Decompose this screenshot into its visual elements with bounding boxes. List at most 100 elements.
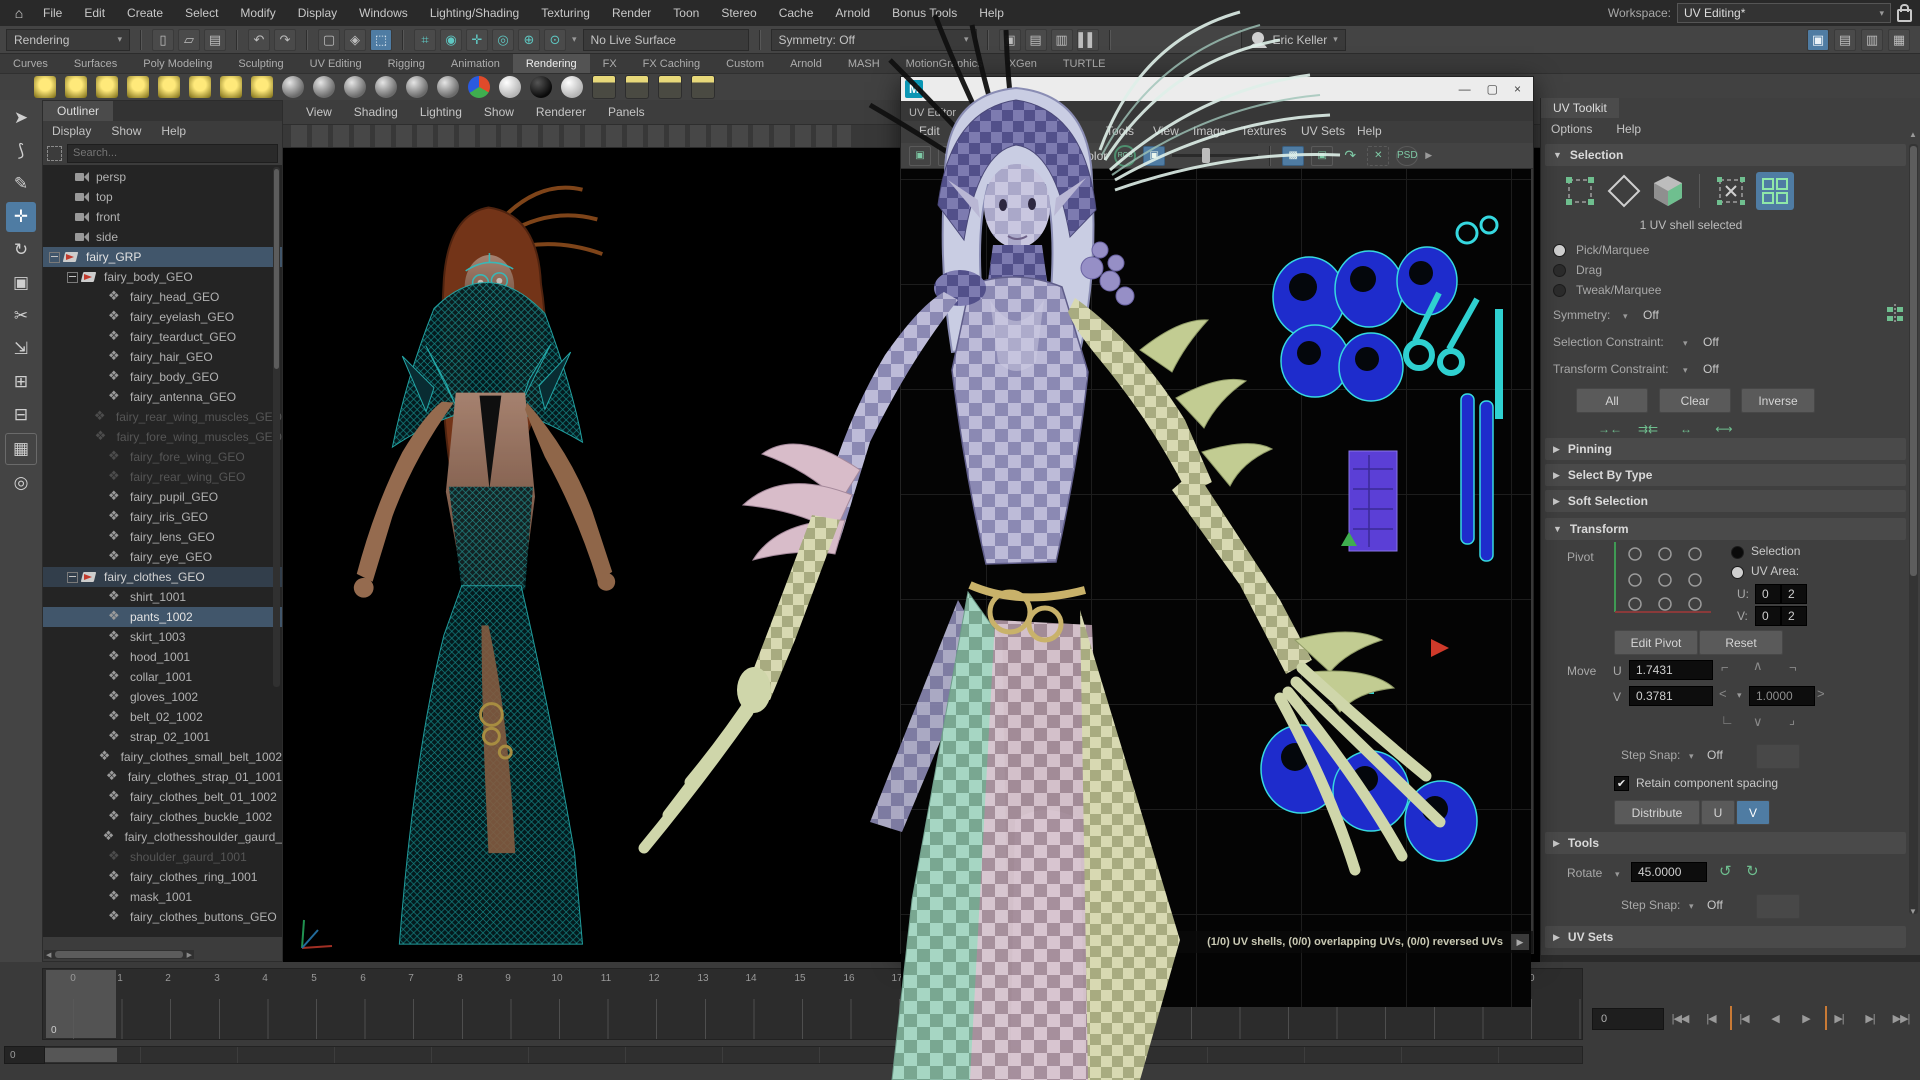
- rgb-channel-icon[interactable]: RGB: [1114, 145, 1136, 167]
- render-icon[interactable]: ▣: [999, 29, 1021, 51]
- menu-item[interactable]: Stereo: [710, 0, 767, 26]
- shelf-tab[interactable]: XGen: [996, 54, 1050, 73]
- outliner-item[interactable]: fairy_eyelash_GEO: [43, 307, 282, 327]
- outliner-item[interactable]: fairy_clothes_strap_01_1001: [43, 767, 282, 787]
- snap-icon[interactable]: ⊙: [544, 29, 566, 51]
- home-icon[interactable]: ⌂: [6, 4, 32, 22]
- texture-toggle-icon[interactable]: ▣: [1143, 146, 1165, 166]
- snap-icon[interactable]: ◉: [440, 29, 462, 51]
- chevron-down-icon[interactable]: ▾: [967, 150, 972, 161]
- shelf-icon[interactable]: [691, 75, 715, 99]
- menu-item[interactable]: Arnold: [824, 0, 881, 26]
- range-slider[interactable]: [42, 1046, 1583, 1064]
- nudge-up-icon[interactable]: ∧: [1753, 658, 1763, 674]
- outliner-scrollbar[interactable]: [273, 167, 280, 687]
- nudge-up-left-icon[interactable]: ⌐: [1721, 660, 1729, 675]
- outliner-hscrollbar[interactable]: ◀ ▶: [44, 950, 194, 959]
- snap-icon[interactable]: ✛: [466, 29, 488, 51]
- shelf-icon[interactable]: [282, 76, 304, 98]
- nudge-down-right-icon[interactable]: ⌟: [1789, 712, 1795, 728]
- more-tools-icon[interactable]: ▶: [1425, 150, 1432, 161]
- shelf-tab[interactable]: Rendering: [513, 54, 590, 73]
- move-v-field[interactable]: 0.3781: [1629, 686, 1713, 706]
- snap-icon[interactable]: ◎: [492, 29, 514, 51]
- outliner-item[interactable]: persp: [43, 167, 282, 187]
- uv-menu-item[interactable]: Edit: [919, 124, 940, 138]
- shelf-tab[interactable]: FX: [590, 54, 630, 73]
- collapsed-section-header[interactable]: ▶ Select By Type: [1545, 464, 1906, 486]
- file-icon[interactable]: ▤: [204, 29, 226, 51]
- toolkit-scrollbar[interactable]: ▲ ▼: [1909, 144, 1918, 914]
- selection-mask-icon[interactable]: ◈: [344, 29, 366, 51]
- shelf-icon[interactable]: [96, 76, 118, 98]
- menu-item[interactable]: Edit: [73, 0, 116, 26]
- menu-set-dropdown[interactable]: Rendering ▾: [6, 29, 130, 51]
- distribute-button[interactable]: Distribute: [1614, 800, 1700, 825]
- outliner-item[interactable]: collar_1001: [43, 667, 282, 687]
- filter-icon[interactable]: [47, 146, 62, 161]
- outliner-item[interactable]: fairy_clothes_ring_1001: [43, 867, 282, 887]
- move-step-field[interactable]: 1.0000: [1749, 686, 1815, 706]
- expand-toggle-icon[interactable]: [67, 272, 78, 283]
- range-handle[interactable]: [45, 1048, 117, 1062]
- uv-area-v-min[interactable]: 0: [1755, 606, 1781, 626]
- tool-icon[interactable]: ✎: [6, 169, 36, 199]
- tool-icon[interactable]: ⊟: [6, 400, 36, 430]
- tools-section-header[interactable]: ▶ Tools: [1545, 832, 1906, 854]
- outliner-item[interactable]: fairy_GRP: [43, 247, 282, 267]
- outliner-item[interactable]: fairy_fore_wing_muscles_GEO: [43, 427, 282, 447]
- current-frame-field[interactable]: 0: [1592, 1008, 1664, 1030]
- shelf-icon[interactable]: [34, 76, 56, 98]
- outliner-item[interactable]: belt_02_1002: [43, 707, 282, 727]
- outliner-item[interactable]: fairy_clothes_buttons_GEO: [43, 907, 282, 927]
- chevron-down-icon[interactable]: ▾: [1615, 869, 1620, 880]
- shelf-icon[interactable]: [530, 76, 552, 98]
- shelf-tab[interactable]: TURTLE: [1050, 54, 1119, 73]
- uv-menu-item[interactable]: Tools: [1106, 124, 1134, 138]
- range-start-field[interactable]: 0: [4, 1046, 45, 1064]
- snap-icon[interactable]: ⊕: [518, 29, 540, 51]
- transform-constraint-value[interactable]: Off: [1703, 362, 1719, 376]
- nudge-up-right-icon[interactable]: ¬: [1789, 660, 1797, 675]
- outliner-item[interactable]: skirt_1003: [43, 627, 282, 647]
- viewport-menu-item[interactable]: Renderer: [527, 105, 595, 119]
- menu-item[interactable]: Select: [174, 0, 229, 26]
- selection-mask-icon[interactable]: ▢: [318, 29, 340, 51]
- scroll-left-icon[interactable]: ◀: [44, 951, 53, 959]
- search-input[interactable]: [67, 144, 278, 163]
- shelf-icon[interactable]: [220, 76, 242, 98]
- outliner-item[interactable]: fairy_tearduct_GEO: [43, 327, 282, 347]
- shelf-icon[interactable]: [344, 76, 366, 98]
- window-control-icon[interactable]: ▢: [1487, 82, 1498, 96]
- symmetry-value[interactable]: Off: [1643, 308, 1659, 322]
- scroll-thumb[interactable]: [55, 951, 182, 958]
- uv-area-u-min[interactable]: 0: [1755, 584, 1781, 604]
- shelf-icon[interactable]: [127, 76, 149, 98]
- playback-button[interactable]: |◀: [1730, 1006, 1756, 1030]
- checker-swatch-icon[interactable]: ▦: [938, 146, 960, 166]
- reset-pivot-button[interactable]: Reset: [1699, 630, 1783, 655]
- shelf-tab[interactable]: UV Editing: [297, 54, 375, 73]
- viewport-menu-item[interactable]: View: [297, 105, 341, 119]
- tool-icon[interactable]: ↻: [6, 235, 36, 265]
- symmetry-icon[interactable]: [1885, 304, 1905, 324]
- edge-mode-icon[interactable]: [1605, 172, 1643, 210]
- outliner-item[interactable]: shoulder_gaurd_1001: [43, 847, 282, 867]
- outliner-item[interactable]: fairy_clothesshoulder_gaurd_: [43, 827, 282, 847]
- uv-menu-item[interactable]: View: [1153, 124, 1179, 138]
- checker-display-icon[interactable]: ▩: [1282, 146, 1304, 166]
- shelf-tab[interactable]: FX Caching: [630, 54, 713, 73]
- radio-icon[interactable]: [1553, 284, 1566, 297]
- symmetry-field[interactable]: Symmetry: Off ▾: [771, 29, 977, 51]
- chevron-down-icon[interactable]: ▾: [1683, 338, 1688, 349]
- shelf-tab[interactable]: Rigging: [375, 54, 438, 73]
- radio-icon[interactable]: [1553, 264, 1566, 277]
- radio-icon[interactable]: [1553, 244, 1566, 257]
- menu-item[interactable]: Modify: [229, 0, 286, 26]
- transform-section-header[interactable]: ▼ Transform: [1545, 518, 1906, 540]
- shelf-tab[interactable]: Curves: [0, 54, 61, 73]
- viewport-menu-item[interactable]: Shading: [345, 105, 407, 119]
- shelf-icon[interactable]: [499, 76, 521, 98]
- outliner-item[interactable]: fairy_clothes_GEO: [43, 567, 282, 587]
- shelf-icon[interactable]: [468, 76, 490, 98]
